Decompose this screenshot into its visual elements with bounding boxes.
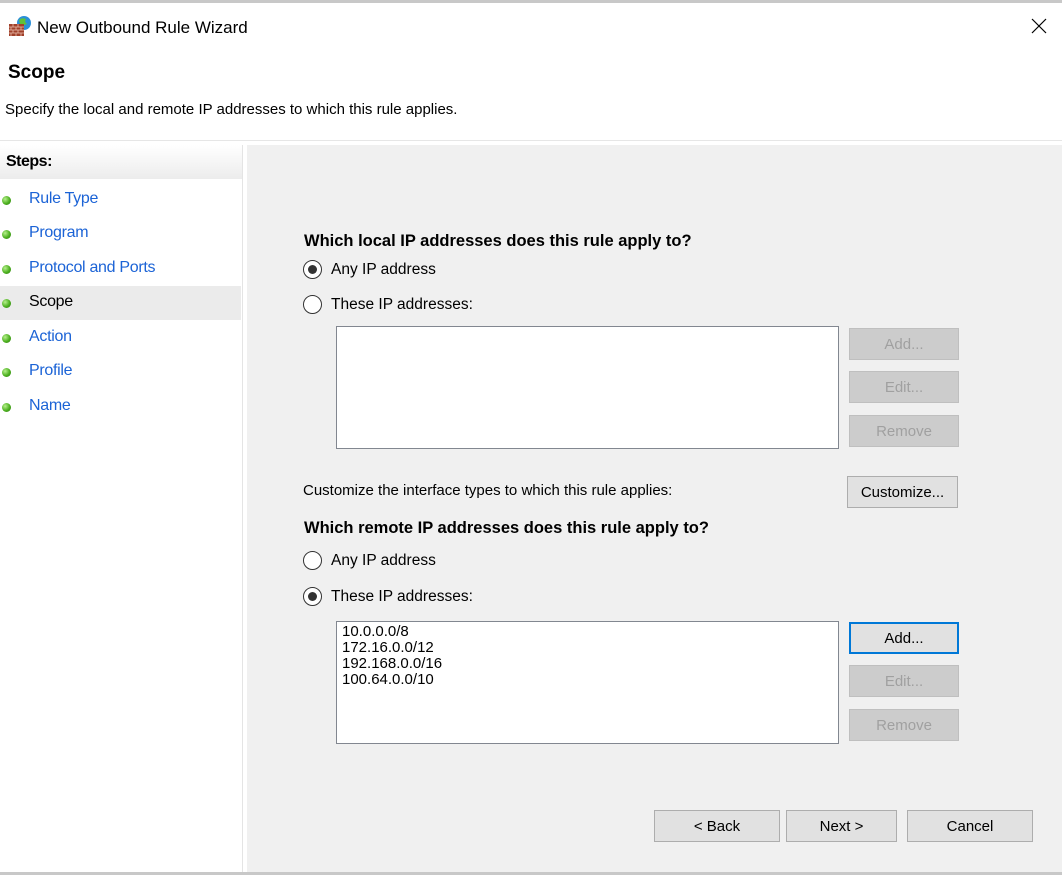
steps-heading: Steps: xyxy=(6,153,52,170)
step-action[interactable]: Action xyxy=(0,321,241,355)
step-status-icon xyxy=(2,403,11,412)
step-rule-type[interactable]: Rule Type xyxy=(0,183,241,217)
step-status-icon xyxy=(2,265,11,274)
step-profile[interactable]: Profile xyxy=(0,355,241,389)
local-remove-button[interactable]: Remove xyxy=(849,415,959,447)
step-label: Name xyxy=(29,397,71,414)
radio-label: These IP addresses: xyxy=(331,587,473,605)
window-title: New Outbound Rule Wizard xyxy=(37,18,248,37)
step-label: Rule Type xyxy=(29,190,99,207)
step-status-icon xyxy=(2,334,11,343)
remote-ip-question: Which remote IP addresses does this rule… xyxy=(304,519,709,537)
ip-list-item[interactable]: 192.168.0.0/16 xyxy=(342,656,833,672)
cancel-button[interactable]: Cancel xyxy=(907,810,1033,842)
next-button[interactable]: Next > xyxy=(786,810,897,842)
step-label: Program xyxy=(29,224,89,241)
step-name[interactable]: Name xyxy=(0,390,241,424)
local-these-ip-radio[interactable]: These IP addresses: xyxy=(303,295,473,314)
radio-indicator[interactable] xyxy=(303,295,322,314)
close-icon xyxy=(1031,18,1047,34)
remote-remove-button[interactable]: Remove xyxy=(849,709,959,741)
step-label: Protocol and Ports xyxy=(29,259,156,276)
local-add-button[interactable]: Add... xyxy=(849,328,959,360)
title-bar[interactable]: New Outbound Rule Wizard xyxy=(0,3,1062,53)
remote-edit-button[interactable]: Edit... xyxy=(849,665,959,697)
step-status-icon xyxy=(2,196,11,205)
local-ip-question: Which local IP addresses does this rule … xyxy=(304,232,692,250)
radio-label: These IP addresses: xyxy=(331,295,473,313)
radio-indicator[interactable] xyxy=(303,551,322,570)
page-description: Specify the local and remote IP addresse… xyxy=(5,101,458,118)
step-label: Scope xyxy=(29,293,73,310)
ip-list-item[interactable]: 172.16.0.0/12 xyxy=(342,640,833,656)
local-any-ip-radio[interactable]: Any IP address xyxy=(303,260,436,279)
ip-list-item[interactable]: 10.0.0.0/8 xyxy=(342,624,833,640)
step-scope[interactable]: Scope xyxy=(0,286,241,320)
remote-these-ip-radio[interactable]: These IP addresses: xyxy=(303,587,473,606)
remote-any-ip-radio[interactable]: Any IP address xyxy=(303,551,436,570)
radio-label: Any IP address xyxy=(331,551,436,569)
back-button[interactable]: < Back xyxy=(654,810,780,842)
radio-indicator[interactable] xyxy=(303,260,322,279)
steps-header: Steps: xyxy=(0,145,242,179)
step-status-icon xyxy=(2,230,11,239)
firewall-globe-icon xyxy=(8,14,32,38)
ip-list-item[interactable]: 100.64.0.0/10 xyxy=(342,672,833,688)
header-divider xyxy=(0,140,1062,141)
step-status-icon xyxy=(2,368,11,377)
page-title: Scope xyxy=(8,62,66,83)
remote-add-button[interactable]: Add... xyxy=(849,622,959,654)
local-edit-button[interactable]: Edit... xyxy=(849,371,959,403)
step-status-icon xyxy=(2,299,11,308)
step-protocol-and-ports[interactable]: Protocol and Ports xyxy=(0,252,241,286)
step-label: Profile xyxy=(29,362,73,379)
step-program[interactable]: Program xyxy=(0,217,241,251)
remote-ip-list[interactable]: 10.0.0.0/8 172.16.0.0/12 192.168.0.0/16 … xyxy=(336,621,839,744)
radio-label: Any IP address xyxy=(331,260,436,278)
interface-types-text: Customize the interface types to which t… xyxy=(303,482,673,499)
radio-indicator[interactable] xyxy=(303,587,322,606)
close-button[interactable] xyxy=(1016,3,1062,49)
customize-button[interactable]: Customize... xyxy=(847,476,958,508)
local-ip-list[interactable] xyxy=(336,326,839,449)
steps-panel: Steps: Rule Type Program Protocol and Po… xyxy=(0,145,243,875)
step-label: Action xyxy=(29,328,72,345)
content-panel: Which local IP addresses does this rule … xyxy=(247,145,1062,875)
